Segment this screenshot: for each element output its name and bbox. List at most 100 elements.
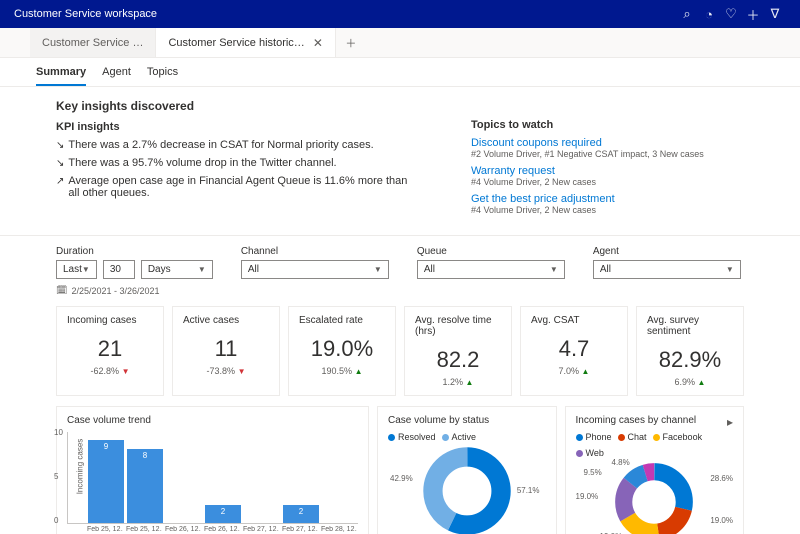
dropdown-value: Last: [63, 264, 82, 275]
x-label: Feb 25, 12…: [126, 526, 162, 533]
channel-dropdown[interactable]: All▼: [241, 260, 389, 279]
filter-channel: Channel All▼: [241, 246, 389, 279]
delta-text: 7.0%: [559, 366, 580, 376]
close-tab-icon[interactable]: ✕: [313, 36, 323, 50]
card-title: Escalated rate: [299, 315, 385, 326]
chevron-down-icon: ▼: [198, 265, 206, 274]
legend-item: Facebook: [653, 432, 703, 442]
legend: Resolved Active: [388, 432, 546, 442]
filter-agent: Agent All ▼: [593, 246, 741, 279]
add-icon[interactable]: ＋: [742, 5, 764, 24]
bar: 2: [205, 505, 241, 523]
tab-historic[interactable]: Customer Service historic… ✕: [156, 28, 335, 57]
topic-link[interactable]: Discount coupons required: [471, 137, 744, 149]
donut-chart: [614, 462, 694, 534]
delta-text: 6.9%: [675, 377, 696, 387]
subtabs: Summary Agent Topics: [0, 58, 800, 87]
filter-duration: Duration Last▼ 30 Days▼: [56, 246, 213, 279]
duration-label: Duration: [56, 246, 213, 257]
search-icon[interactable]: ⌕: [676, 6, 698, 22]
chevron-down-icon: ▼: [374, 265, 382, 274]
tab-customer-service[interactable]: Customer Service …: [30, 28, 156, 57]
card-value: 11: [183, 336, 269, 362]
barchart: Incoming cases 10 5 0 9 8 2 2: [67, 432, 358, 524]
tab-label: Customer Service …: [42, 37, 143, 49]
kpi-line: ↘ There was a 2.7% decrease in CSAT for N…: [56, 139, 411, 151]
card-delta: 6.9% ▲: [647, 377, 733, 387]
new-tab-button[interactable]: ＋: [336, 28, 366, 57]
subtab-topics[interactable]: Topics: [147, 66, 178, 86]
more-icon[interactable]: ▸: [727, 415, 733, 429]
y-axis-label: Incoming cases: [75, 439, 84, 495]
duration-num-dropdown[interactable]: 30: [103, 260, 135, 279]
card-delta: -73.8% ▼: [183, 366, 269, 376]
donut-pct: 28.6%: [710, 474, 733, 483]
chart-title: Case volume trend: [67, 415, 358, 426]
topic-sub: #4 Volume Driver, 2 New cases: [471, 177, 744, 187]
donut-pct: 19.0%: [710, 516, 733, 525]
legend-label: Web: [586, 448, 604, 458]
tab-label: Customer Service historic…: [168, 37, 304, 49]
bulb-icon[interactable]: ♡: [720, 6, 742, 22]
arrow-up-icon: ↗: [56, 176, 64, 187]
card-delta: 190.5% ▲: [299, 366, 385, 376]
bar: 9: [88, 440, 124, 523]
arrow-up-icon: ▲: [698, 378, 706, 387]
insights-heading: Key insights discovered: [56, 99, 411, 113]
y-tick: 0: [54, 516, 58, 525]
topic-link[interactable]: Warranty request: [471, 165, 744, 177]
legend-item: Resolved: [388, 432, 436, 442]
bar-value: 9: [88, 442, 124, 451]
y-tick: 5: [54, 472, 58, 481]
agent-dropdown[interactable]: All ▼: [593, 260, 741, 279]
legend-dot: [576, 450, 583, 457]
duration-mode-dropdown[interactable]: Last▼: [56, 260, 97, 279]
card-resolve-time: Avg. resolve time (hrs) 82.2 1.2% ▲: [404, 306, 512, 396]
duration-unit-dropdown[interactable]: Days▼: [141, 260, 213, 279]
titlebar: Customer Service workspace ⌕ ◔ ♡ ＋ ∇: [0, 0, 800, 28]
tabstrip: Customer Service … Customer Service hist…: [0, 28, 800, 58]
subtab-agent[interactable]: Agent: [102, 66, 131, 86]
bar: 8: [127, 449, 163, 523]
delta-text: 190.5%: [322, 366, 353, 376]
legend-dot: [618, 434, 625, 441]
card-active-cases: Active cases 11 -73.8% ▼: [172, 306, 280, 396]
queue-dropdown[interactable]: All▼: [417, 260, 565, 279]
x-label: Feb 26, 12…: [165, 526, 201, 533]
legend-label: Resolved: [398, 432, 436, 442]
kpi-cards-row: Incoming cases 21 -62.8% ▼ Active cases …: [0, 306, 800, 406]
task-icon[interactable]: ◔: [698, 7, 720, 22]
legend-label: Facebook: [663, 432, 703, 442]
x-label: Feb 27, 12…: [243, 526, 279, 533]
kpi-text: There was a 2.7% decrease in CSAT for No…: [68, 139, 373, 151]
date-range-display: 🗓2/25/2021 - 3/26/2021: [0, 283, 800, 306]
donut-pct: 4.8%: [612, 458, 630, 467]
kpi-text: Average open case age in Financial Agent…: [68, 175, 411, 199]
dropdown-value: All: [600, 264, 611, 275]
filter-icon[interactable]: ∇: [764, 6, 786, 22]
topic-link[interactable]: Get the best price adjustment: [471, 193, 744, 205]
card-delta: -62.8% ▼: [67, 366, 153, 376]
filter-queue: Queue All▼: [417, 246, 565, 279]
dropdown-value: All: [424, 264, 435, 275]
card-value: 19.0%: [299, 336, 385, 362]
bar-value: 8: [127, 451, 163, 460]
dropdown-value: 30: [110, 264, 121, 275]
x-labels: Feb 25, 12… Feb 25, 12… Feb 26, 12… Feb …: [67, 526, 358, 533]
arrow-up-icon: ▲: [355, 367, 363, 376]
delta-text: -73.8%: [207, 366, 236, 376]
chevron-down-icon: ▼: [726, 265, 734, 274]
arrow-down-icon: ↘: [56, 140, 64, 151]
donut-pct: 19.0%: [576, 492, 599, 501]
card-escalated-rate: Escalated rate 19.0% 190.5% ▲: [288, 306, 396, 396]
donut-pct: 57.1%: [517, 486, 540, 495]
topic-sub: #2 Volume Driver, #1 Negative CSAT impac…: [471, 149, 744, 159]
subtab-summary[interactable]: Summary: [36, 66, 86, 86]
card-title: Active cases: [183, 315, 269, 326]
x-label: Feb 26, 12…: [204, 526, 240, 533]
card-title: Avg. CSAT: [531, 315, 617, 326]
card-title: Incoming cases: [67, 315, 153, 326]
agent-label: Agent: [593, 246, 741, 257]
chart-volume-trend: Case volume trend Incoming cases 10 5 0 …: [56, 406, 369, 534]
bar: 2: [283, 505, 319, 523]
